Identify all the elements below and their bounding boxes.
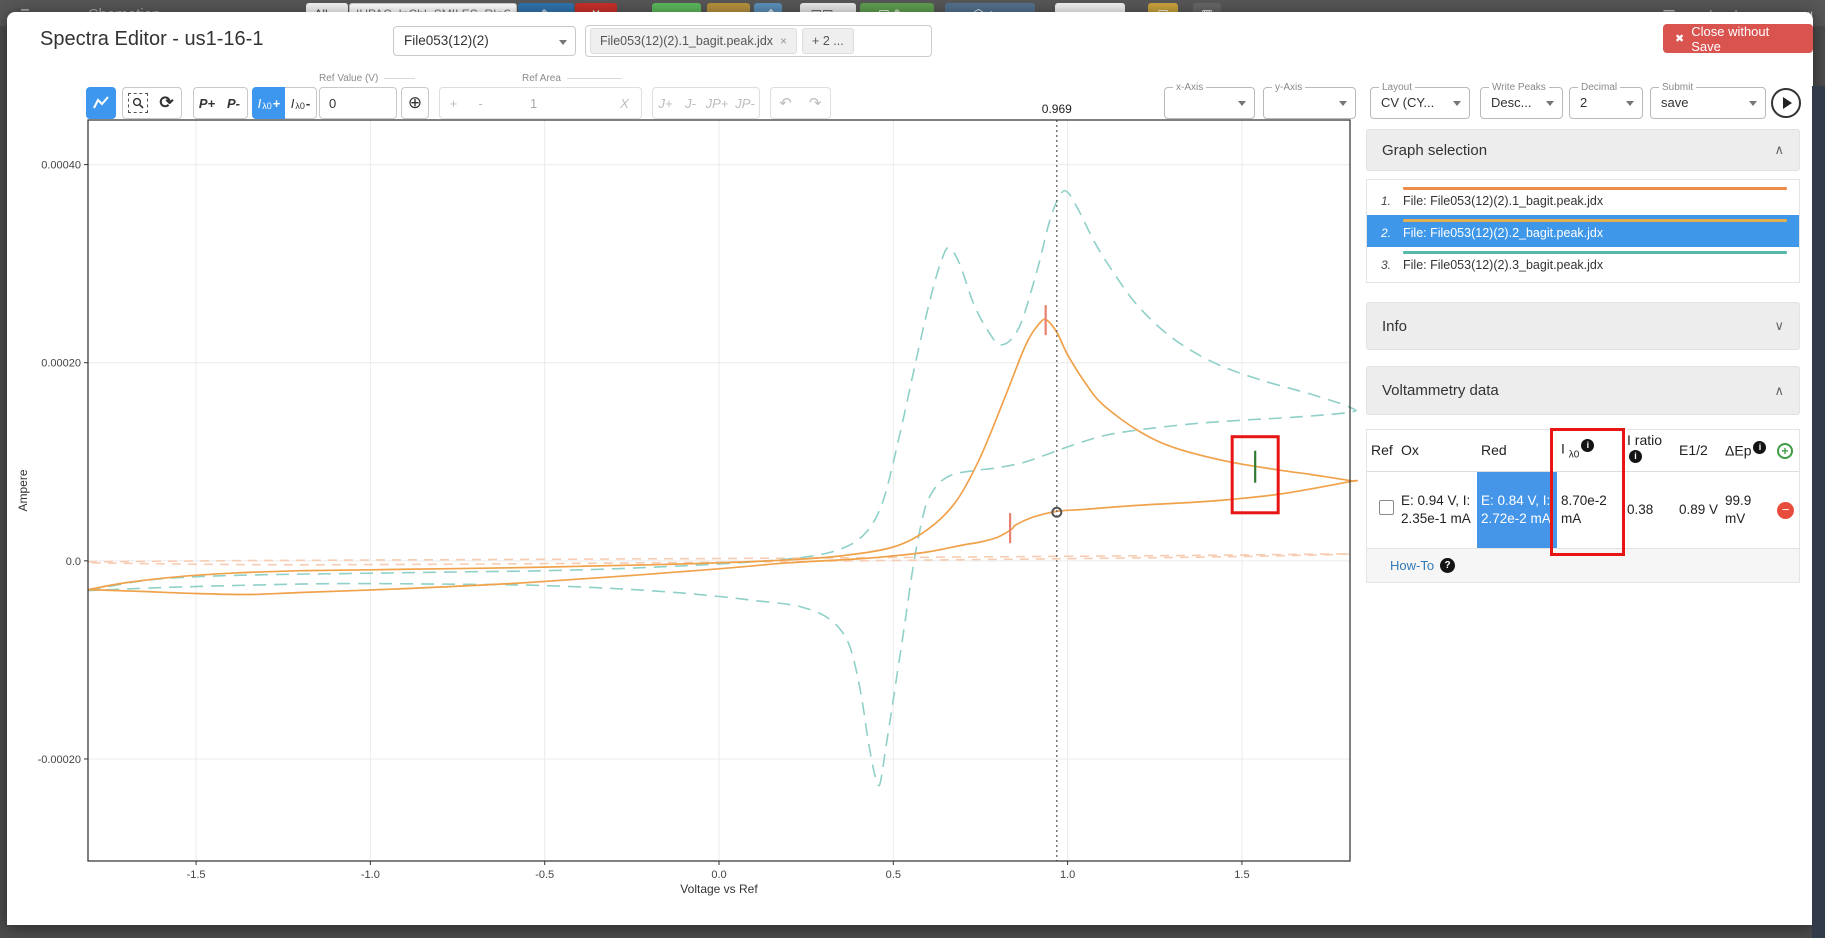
i-lambda0-cell: 8.70e-2 mA bbox=[1557, 490, 1623, 529]
y-tick-label: -0.00020 bbox=[38, 754, 81, 766]
clear-integral-button[interactable]: X bbox=[608, 87, 642, 119]
ref-value-input[interactable]: 0 bbox=[319, 87, 397, 119]
caret-down-icon bbox=[1749, 101, 1757, 106]
j-remove-button[interactable]: J- bbox=[678, 87, 704, 119]
x-tick-label: 1.5 bbox=[1234, 869, 1249, 881]
zoom-area-icon bbox=[128, 93, 148, 113]
col-ref: Ref bbox=[1367, 440, 1397, 462]
x-tick-label: 0.0 bbox=[711, 869, 726, 881]
help-icon[interactable]: ? bbox=[1440, 558, 1455, 573]
caret-down-icon bbox=[1626, 101, 1634, 106]
caret-down-icon bbox=[1453, 101, 1461, 106]
i-ratio-cell: 0.38 bbox=[1623, 499, 1675, 521]
table-footer: How-To ? bbox=[1367, 548, 1799, 582]
delta-ep-cell: 99.9 mV bbox=[1721, 490, 1773, 529]
y-axis-select[interactable]: y-Axis bbox=[1263, 87, 1356, 119]
peak-remove-button[interactable]: P- bbox=[220, 87, 248, 119]
integral-remove-button[interactable]: - bbox=[467, 87, 495, 119]
line-chart-icon bbox=[93, 96, 109, 110]
submit-play-button[interactable] bbox=[1771, 88, 1801, 118]
series-color-line bbox=[1403, 187, 1787, 190]
submit-label: Submit bbox=[1659, 82, 1696, 93]
line-chart-mode-button[interactable] bbox=[86, 87, 116, 119]
graph-item-1[interactable]: 1. File: File053(12)(2).1_bagit.peak.jdx bbox=[1367, 183, 1799, 215]
caret-down-icon bbox=[1238, 101, 1246, 106]
reset-zoom-button[interactable]: ⟳ bbox=[152, 87, 182, 119]
redo-button[interactable]: ↷ bbox=[800, 87, 831, 119]
x-tick-label: 0.5 bbox=[886, 869, 901, 881]
info-icon[interactable]: i bbox=[1581, 439, 1594, 452]
lambda0-remove-button[interactable]: Iλ0- bbox=[285, 87, 317, 119]
y-tick-label: 0.00020 bbox=[41, 358, 81, 370]
play-icon bbox=[1783, 97, 1792, 109]
info-icon[interactable]: i bbox=[1753, 441, 1766, 454]
decimal-label: Decimal bbox=[1578, 82, 1620, 93]
spectra-editor-modal: Spectra Editor - us1-16-1 File053(12)(2)… bbox=[7, 12, 1813, 925]
ref-area-input[interactable]: 1 bbox=[521, 87, 609, 119]
spectra-toolbar: ⟳ P+ P- Iλ0+ Iλ0- Ref Value (V) 0 ⊕ + - … bbox=[7, 87, 1813, 119]
graph-item-3[interactable]: 3. File: File053(12)(2).3_bagit.peak.jdx bbox=[1367, 247, 1799, 279]
integral-input[interactable] bbox=[494, 87, 522, 119]
decimal-select[interactable]: Decimal 2 bbox=[1569, 87, 1643, 119]
col-e-half: E1/2 bbox=[1675, 440, 1721, 462]
graph-selection-list: 1. File: File053(12)(2).1_bagit.peak.jdx… bbox=[1366, 179, 1800, 283]
series-color-line bbox=[1403, 219, 1787, 222]
how-to-link[interactable]: How-To bbox=[1390, 558, 1434, 573]
jp-remove-button[interactable]: JP- bbox=[731, 87, 760, 119]
table-row: E: 0.94 V, I: 2.35e-1 mA E: 0.84 V, I: 2… bbox=[1367, 472, 1799, 548]
write-peaks-label: Write Peaks bbox=[1489, 82, 1549, 93]
write-peaks-select[interactable]: Write Peaks Desc... bbox=[1480, 87, 1563, 119]
integral-add-button[interactable]: + bbox=[439, 87, 468, 119]
table-header-row: Ref Ox Red I λ0i I ratioi E1/2 ΔEpi + bbox=[1367, 430, 1799, 472]
ref-checkbox[interactable] bbox=[1379, 500, 1394, 515]
series-color-line bbox=[1403, 251, 1787, 254]
red-cell-selected[interactable]: E: 0.84 V, I: 2.72e-2 mA bbox=[1477, 472, 1557, 548]
x-axis-title: Voltage vs Ref bbox=[680, 882, 758, 896]
col-delta-ep: ΔEpi bbox=[1721, 439, 1773, 462]
col-i-ratio: I ratioi bbox=[1623, 430, 1675, 471]
layout-select[interactable]: Layout CV (CY... bbox=[1370, 87, 1470, 119]
jp-add-button[interactable]: JP+ bbox=[703, 87, 732, 119]
col-red: Red bbox=[1477, 440, 1557, 462]
x-tick-label: 1.0 bbox=[1060, 869, 1075, 881]
window-scrollbar-strip[interactable] bbox=[1812, 86, 1825, 938]
add-row-icon[interactable]: + bbox=[1777, 443, 1793, 459]
y-tick-label: 0.00040 bbox=[41, 160, 81, 172]
submit-select[interactable]: Submit save bbox=[1650, 87, 1766, 119]
j-add-button[interactable]: J+ bbox=[652, 87, 679, 119]
remove-row-icon[interactable]: − bbox=[1777, 502, 1794, 519]
y-tick-label: 0.0 bbox=[66, 556, 81, 568]
ref-value-label: Ref Value (V) bbox=[319, 73, 378, 84]
x-tick-label: -1.0 bbox=[361, 869, 380, 881]
caret-down-icon bbox=[1339, 101, 1347, 106]
y-axis-title: Ampere bbox=[16, 469, 30, 511]
lambda0-add-button[interactable]: Iλ0+ bbox=[252, 87, 286, 119]
col-i-lambda0: I λ0i bbox=[1557, 437, 1623, 464]
graph-item-2[interactable]: 2. File: File053(12)(2).2_bagit.peak.jdx bbox=[1367, 215, 1799, 247]
ref-area-label: Ref Area bbox=[522, 73, 561, 84]
caret-down-icon bbox=[1546, 101, 1554, 106]
y-axis-label: y-Axis bbox=[1272, 82, 1305, 93]
e-half-cell: 0.89 V bbox=[1675, 499, 1721, 521]
x-axis-label: x-Axis bbox=[1173, 82, 1206, 93]
info-icon[interactable]: i bbox=[1629, 450, 1642, 463]
ox-cell: E: 0.94 V, I: 2.35e-1 mA bbox=[1397, 490, 1477, 529]
layout-label: Layout bbox=[1379, 82, 1415, 93]
set-ref-pin-button[interactable]: ⊕ bbox=[401, 87, 429, 119]
x-tick-label: -0.5 bbox=[535, 869, 554, 881]
zoom-select-button[interactable] bbox=[122, 87, 153, 119]
peak-add-button[interactable]: P+ bbox=[193, 87, 221, 119]
voltammetry-table: Ref Ox Red I λ0i I ratioi E1/2 ΔEpi + E:… bbox=[1366, 429, 1800, 583]
x-tick-label: -1.5 bbox=[187, 869, 206, 881]
x-axis-select[interactable]: x-Axis bbox=[1164, 87, 1255, 119]
col-ox: Ox bbox=[1397, 440, 1477, 462]
undo-button[interactable]: ↶ bbox=[770, 87, 801, 119]
